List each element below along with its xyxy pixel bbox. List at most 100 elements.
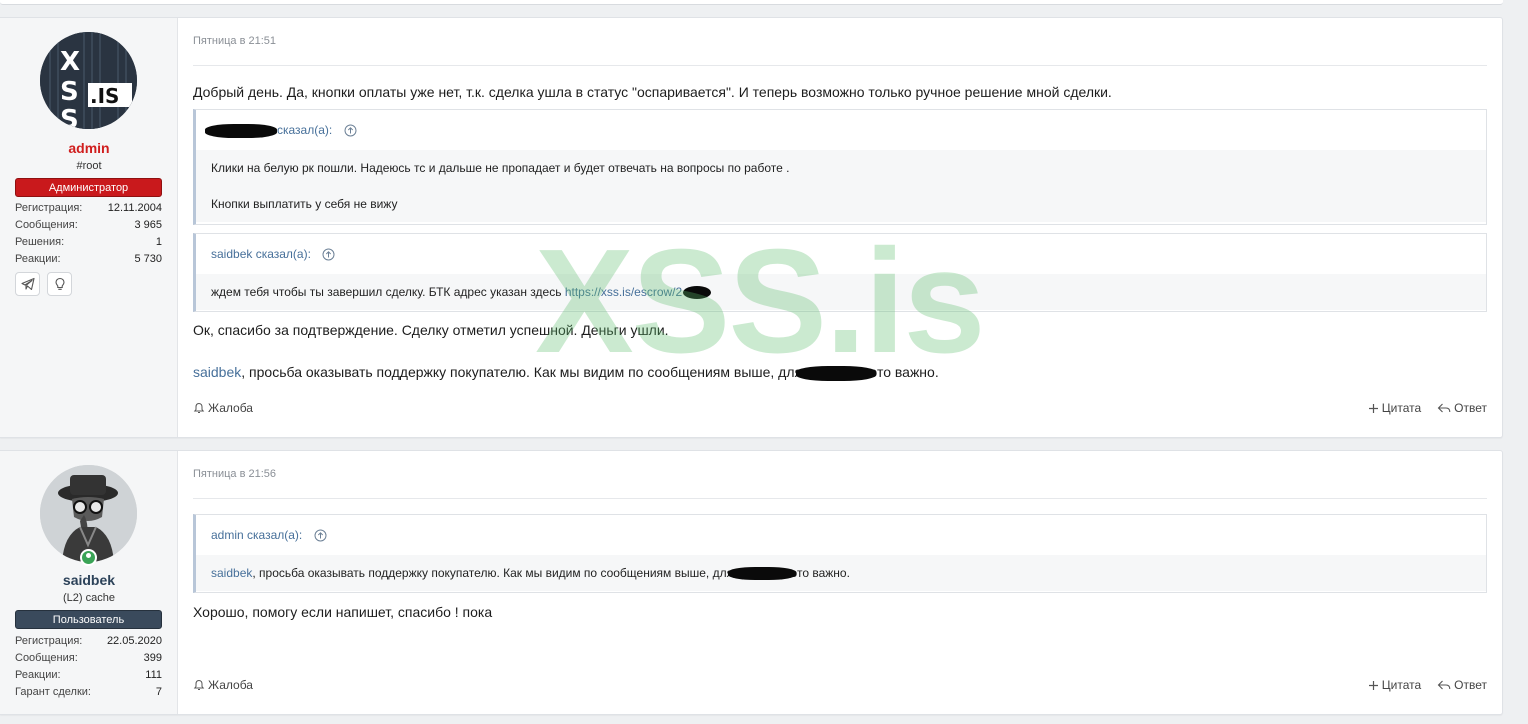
reply-icon <box>1437 680 1451 690</box>
report-button[interactable]: Жалоба <box>193 678 253 692</box>
avatar[interactable] <box>40 465 137 562</box>
reply-button[interactable]: Ответ <box>1437 678 1487 692</box>
quote-content: saidbek, просьба оказывать поддержку пок… <box>196 555 1486 591</box>
avatar[interactable]: X S S .IS <box>40 32 137 129</box>
redacted-name <box>796 365 877 381</box>
stat-row: Решения: 1 <box>15 234 162 251</box>
stat-value: 12.11.2004 <box>107 202 162 214</box>
post-actions: Цитата Ответ <box>1368 678 1487 692</box>
plus-icon <box>1368 680 1378 690</box>
post-saidbek: saidbek (L2) cache Пользователь Регистра… <box>0 450 1503 715</box>
contact-icons <box>15 272 72 296</box>
report-label: Жалоба <box>208 401 253 415</box>
stat-label: Регистрация: <box>15 635 83 647</box>
post-footer: Жалоба Цитата Ответ <box>193 401 1487 419</box>
text-segment: это важно. <box>870 364 939 380</box>
lightbulb-button[interactable] <box>47 272 72 296</box>
reply-button[interactable]: Ответ <box>1437 401 1487 415</box>
stat-label: Решения: <box>15 236 65 248</box>
username[interactable]: saidbek <box>0 572 178 588</box>
quote-label: Цитата <box>1381 401 1422 415</box>
previous-post-edge <box>0 0 1503 5</box>
quote-block: admin сказал(а): saidbek, просьба оказыв… <box>193 514 1487 593</box>
escrow-link[interactable]: https://xss.is/escrow/2 <box>565 285 682 299</box>
user-mention[interactable]: saidbek <box>211 566 252 580</box>
user-title: (L2) cache <box>63 592 115 604</box>
message-text: saidbek, просьба оказывать поддержку пок… <box>193 364 939 381</box>
svg-text:X: X <box>60 47 80 77</box>
divider <box>193 65 1487 66</box>
bell-icon <box>193 402 205 413</box>
post-timestamp[interactable]: Пятница в 21:56 <box>193 468 276 480</box>
quote-header[interactable]: сказал(а): <box>196 110 1486 150</box>
post-timestamp[interactable]: Пятница в 21:51 <box>193 35 276 47</box>
stat-row: Сообщения: 399 <box>15 650 162 667</box>
stat-value: 111 <box>145 669 162 681</box>
quote-line: Кнопки выплатить у себя не вижу <box>211 197 398 211</box>
text-segment: , просьба оказывать поддержку покупателю… <box>241 364 803 380</box>
quote-author: saidbek сказал(а): <box>211 247 311 261</box>
stat-value: 5 730 <box>134 253 162 265</box>
quote-text: ждем тебя чтобы ты завершил сделку. БТК … <box>211 285 565 299</box>
post-actions: Цитата Ответ <box>1368 401 1487 415</box>
user-stats: Регистрация: 12.11.2004 Сообщения: 3 965 Р… <box>15 200 162 268</box>
stat-row: Реакции: 5 730 <box>15 251 162 268</box>
stat-label: Реакции: <box>15 669 61 681</box>
stat-value: 22.05.2020 <box>106 635 162 647</box>
redacted-name <box>205 123 277 138</box>
stat-row: Реакции: 111 <box>15 667 162 684</box>
message-body: Пятница в 21:56 admin сказал(а): saidbek… <box>178 451 1502 714</box>
quote-button[interactable]: Цитата <box>1368 401 1421 415</box>
quote-author: сказал(а): <box>277 123 333 137</box>
telegram-button[interactable] <box>15 272 40 296</box>
report-label: Жалоба <box>208 678 253 692</box>
arrow-up-circle-icon[interactable] <box>344 124 357 137</box>
reply-label: Ответ <box>1454 401 1487 415</box>
text-segment: , просьба оказывать поддержку покупателю… <box>252 566 734 580</box>
bell-icon <box>193 679 205 690</box>
post-footer: Жалоба Цитата Ответ <box>193 678 1487 696</box>
stat-value: 3 965 <box>134 219 162 231</box>
message-body: Пятница в 21:51 Добрый день. Да, кнопки … <box>178 18 1502 437</box>
svg-text:.IS: .IS <box>90 84 119 108</box>
username[interactable]: admin <box>0 140 178 156</box>
quote-header[interactable]: admin сказал(а): <box>196 515 1486 555</box>
post-admin: X S S .IS admin #root Администратор Реги… <box>0 17 1503 438</box>
quote-button[interactable]: Цитата <box>1368 678 1421 692</box>
stat-value: 7 <box>155 686 162 698</box>
arrow-up-circle-icon[interactable] <box>314 529 327 542</box>
quote-header[interactable]: saidbek сказал(а): <box>196 234 1486 274</box>
user-stats: Регистрация: 22.05.2020 Сообщения: 399 Реа… <box>15 633 162 701</box>
divider <box>193 498 1487 499</box>
quote-line: Клики на белую рк пошли. Надеюсь тс и да… <box>211 161 790 175</box>
lightbulb-icon <box>54 277 65 290</box>
user-title: #root <box>76 160 102 172</box>
quote-block: saidbek сказал(а): ждем тебя чтобы ты за… <box>193 233 1487 312</box>
stat-row: Гарант сделки: 7 <box>15 684 162 701</box>
quote-block: сказал(а): Клики на белую рк пошли. Наде… <box>193 109 1487 225</box>
stat-value: 1 <box>155 236 162 248</box>
role-badge: Пользователь <box>15 610 162 629</box>
stat-row: Регистрация: 22.05.2020 <box>15 633 162 650</box>
quote-line: ждем тебя чтобы ты завершил сделку. БТК … <box>211 274 1471 310</box>
stat-row: Регистрация: 12.11.2004 <box>15 200 162 217</box>
stat-value: 399 <box>143 652 162 664</box>
plus-icon <box>1368 403 1378 413</box>
reply-label: Ответ <box>1454 678 1487 692</box>
arrow-up-circle-icon[interactable] <box>322 248 335 261</box>
redacted-name <box>728 567 797 581</box>
redacted-id <box>683 286 712 300</box>
message-text: Добрый день. Да, кнопки оплаты уже нет, … <box>193 84 1112 100</box>
stat-label: Сообщения: <box>15 219 78 231</box>
stat-row: Сообщения: 3 965 <box>15 217 162 234</box>
stat-label: Регистрация: <box>15 202 83 214</box>
quote-line: saidbek, просьба оказывать поддержку пок… <box>211 555 1471 591</box>
telegram-icon <box>20 277 35 291</box>
report-button[interactable]: Жалоба <box>193 401 253 415</box>
stat-label: Сообщения: <box>15 652 78 664</box>
svg-text:S: S <box>60 105 79 129</box>
stat-label: Гарант сделки: <box>15 686 91 698</box>
svg-text:S: S <box>60 77 79 107</box>
role-badge: Администратор <box>15 178 162 197</box>
user-mention[interactable]: saidbek <box>193 364 241 380</box>
